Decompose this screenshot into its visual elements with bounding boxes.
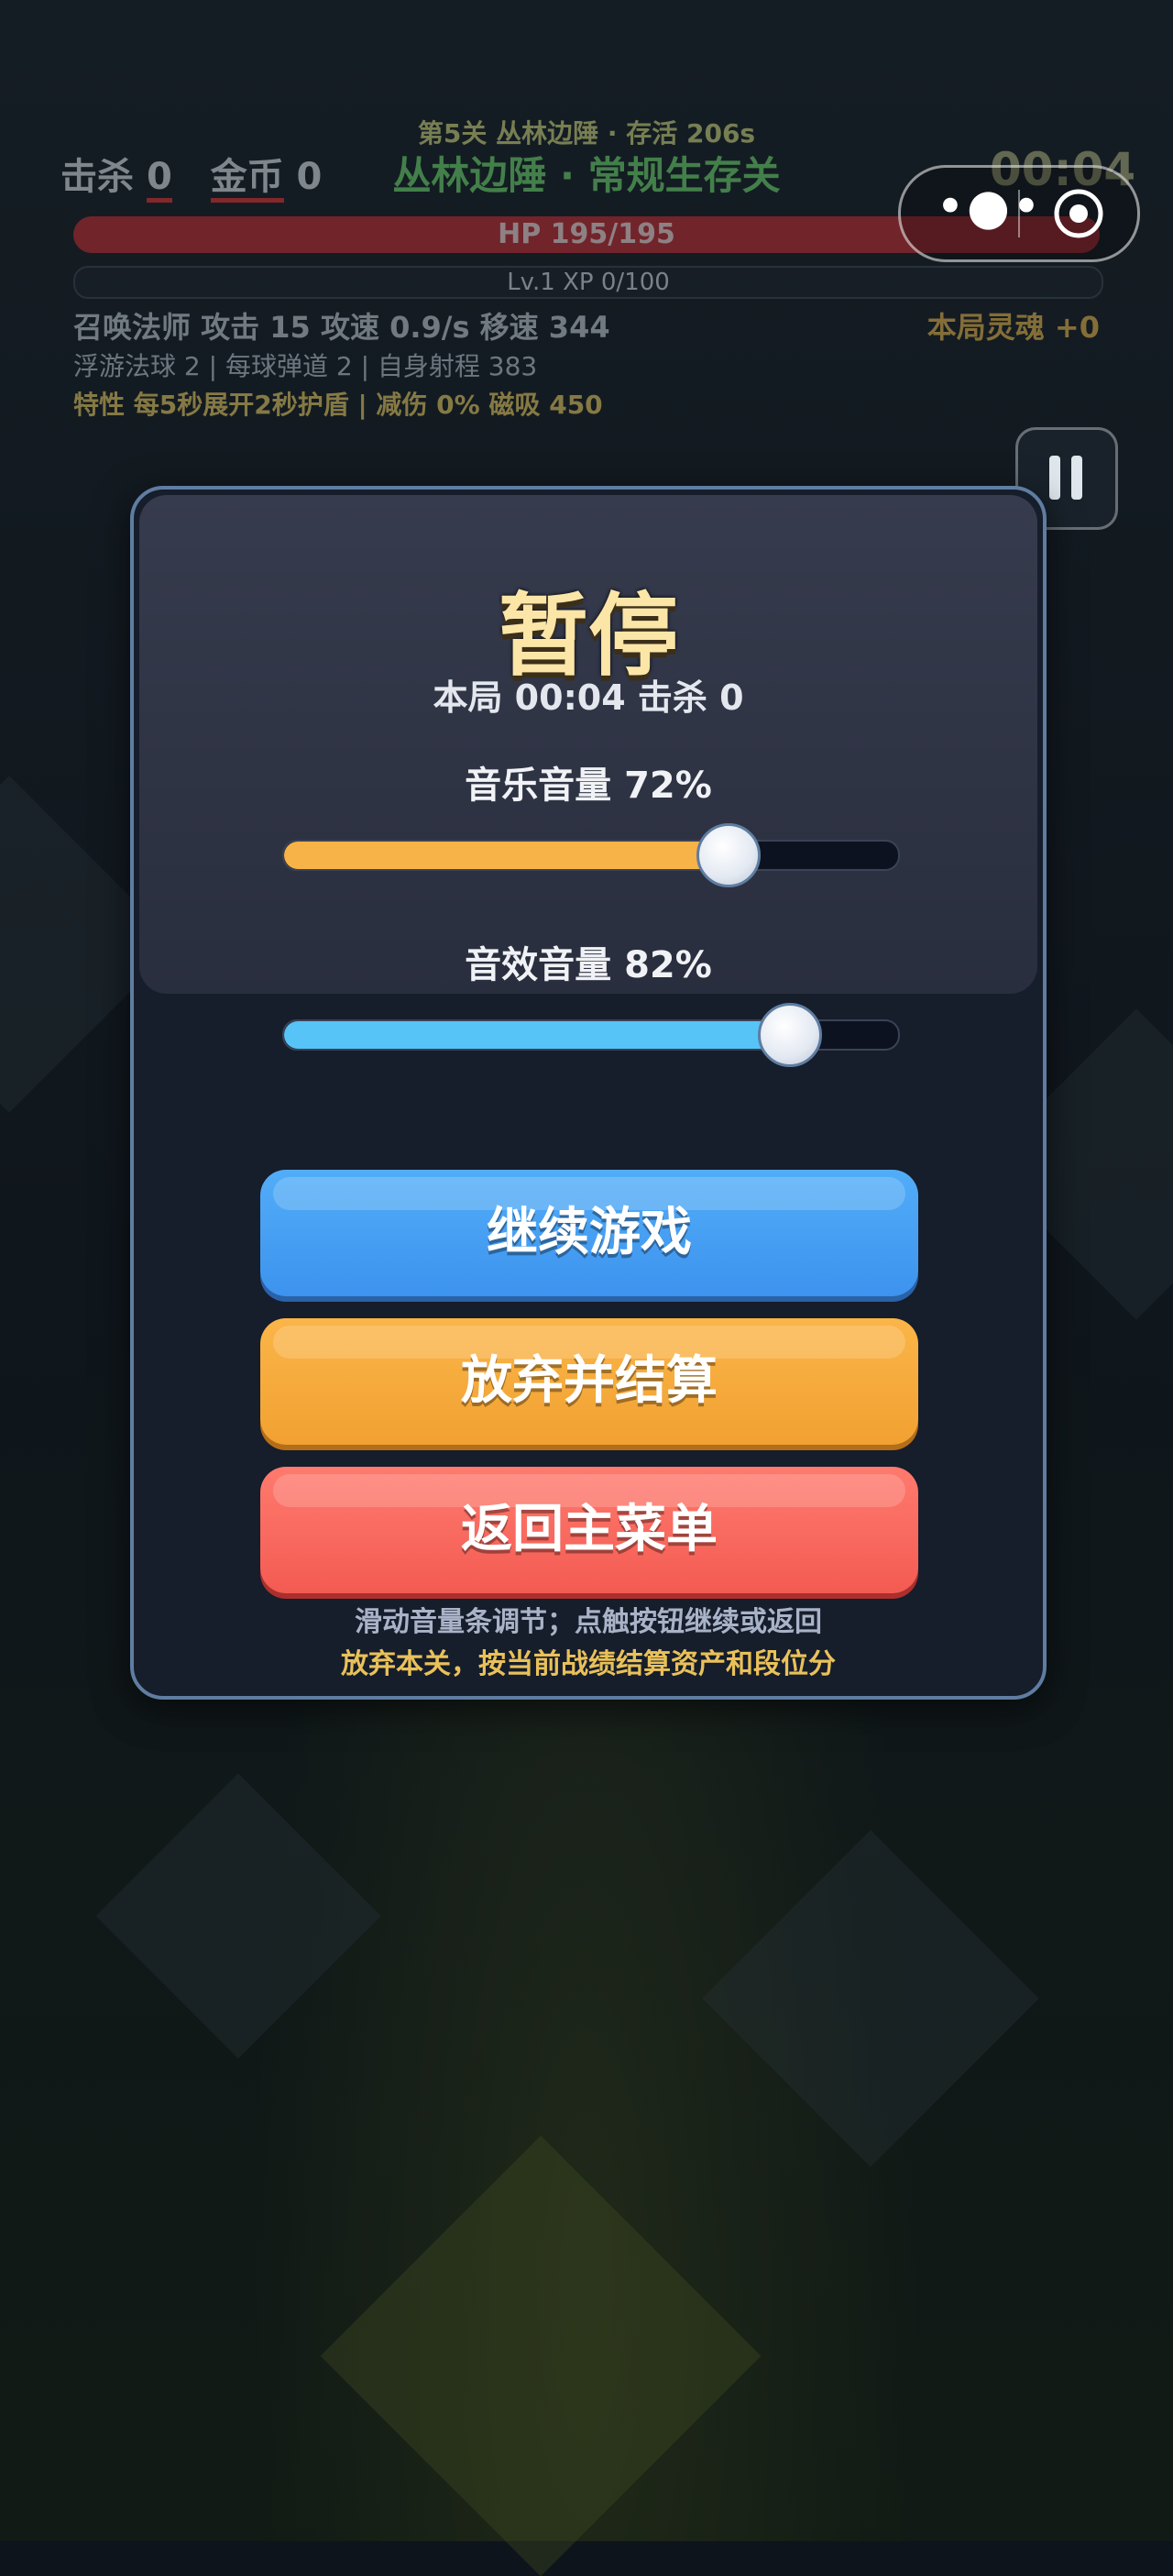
sfx-volume-knob[interactable]: [758, 1003, 823, 1067]
terrain-shape: [95, 1773, 381, 2059]
session-summary: 本局 00:04 击杀 0: [433, 677, 744, 718]
sfx-volume-fill: [284, 1021, 788, 1049]
hero-stats: 召唤法师 攻击 15 攻速 0.9/s 移速 344: [73, 310, 610, 345]
target-circle-icon[interactable]: [1053, 188, 1104, 239]
more-dots-icon[interactable]: •●•: [936, 182, 1041, 234]
xp-bar: Lv.1 XP 0/100: [73, 266, 1103, 299]
main-menu-button[interactable]: 返回主菜单: [260, 1467, 918, 1593]
abandon-label: 放弃并结算: [461, 1351, 718, 1411]
abandon-hint-text: 放弃本关，按当前战绩结算资产和段位分: [341, 1648, 836, 1680]
pause-icon: [1049, 456, 1060, 500]
mini-program-capsule: •●•: [898, 165, 1140, 262]
trait-stats: 特性 每5秒展开2秒护盾 | 减伤 0% 磁吸 450: [73, 390, 603, 420]
hint-text: 滑动音量条调节；点触按钮继续或返回: [355, 1606, 822, 1638]
soul-counter: 本局灵魂 +0: [926, 310, 1100, 345]
terrain-shape: [320, 2135, 762, 2576]
pause-dialog: 暂停 本局 00:04 击杀 0 音乐音量 72% 音效音量 82% 继续游戏 …: [130, 486, 1047, 1700]
pause-icon: [1071, 456, 1082, 500]
terrain-shape: [702, 1830, 1039, 2167]
music-volume-knob[interactable]: [696, 823, 762, 887]
continue-game-button[interactable]: 继续游戏: [260, 1170, 918, 1296]
capsule-divider: [1018, 190, 1020, 237]
main-menu-label: 返回主菜单: [461, 1500, 718, 1559]
sfx-volume-label: 音效音量 82%: [465, 944, 712, 986]
music-volume-fill: [284, 842, 727, 869]
sfx-volume-slider[interactable]: [282, 1003, 900, 1067]
continue-label: 继续游戏: [487, 1203, 692, 1262]
music-volume-label: 音乐音量 72%: [465, 765, 712, 807]
abandon-settle-button[interactable]: 放弃并结算: [260, 1318, 918, 1445]
orb-stats: 浮游法球 2 | 每球弹道 2 | 自身射程 383: [73, 351, 538, 381]
music-volume-slider[interactable]: [282, 823, 900, 887]
